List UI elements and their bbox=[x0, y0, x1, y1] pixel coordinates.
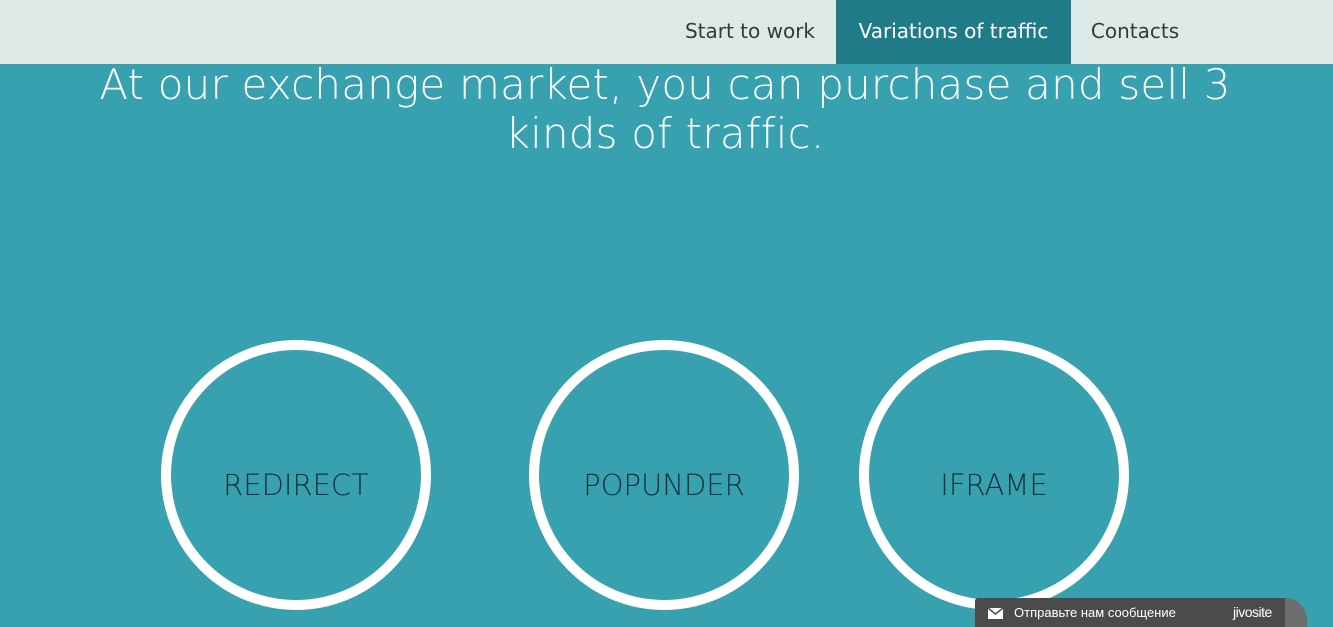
traffic-type-label: IFRAME bbox=[940, 468, 1048, 502]
nav-start-to-work[interactable]: Start to work bbox=[666, 0, 834, 64]
traffic-type-redirect[interactable]: REDIRECT bbox=[161, 340, 431, 610]
chat-widget-button[interactable]: Отправьте нам сообщение jivosite bbox=[975, 598, 1307, 627]
chat-widget-corner bbox=[1285, 598, 1307, 627]
traffic-type-label: REDIRECT bbox=[223, 468, 369, 502]
chat-widget-text: Отправьте нам сообщение bbox=[1014, 605, 1176, 620]
jivosite-logo: jivosite bbox=[1233, 604, 1272, 620]
mail-icon bbox=[988, 608, 1003, 619]
traffic-type-iframe[interactable]: IFRAME bbox=[859, 340, 1129, 610]
traffic-type-label: POPUNDER bbox=[583, 468, 745, 502]
page-headline: At our exchange market, you can purchase… bbox=[99, 60, 1231, 158]
nav-contacts[interactable]: Contacts bbox=[1073, 0, 1197, 64]
top-navigation: Start to work Variations of traffic Cont… bbox=[0, 0, 1333, 64]
nav-variations-of-traffic[interactable]: Variations of traffic bbox=[836, 0, 1071, 64]
traffic-type-popunder[interactable]: POPUNDER bbox=[529, 340, 799, 610]
